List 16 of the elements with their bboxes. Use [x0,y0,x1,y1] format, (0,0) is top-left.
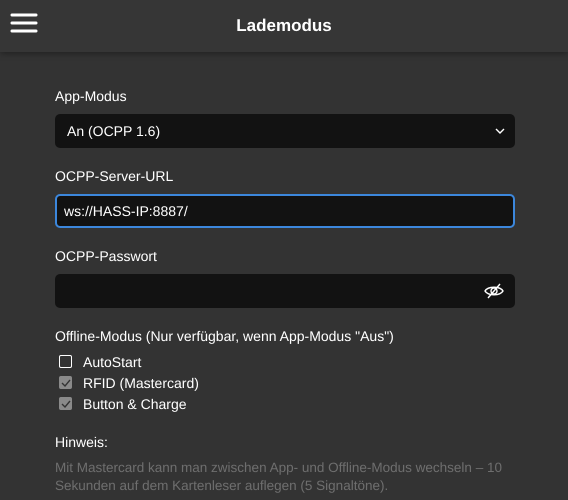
checkbox-label: RFID (Mastercard) [83,374,199,390]
note-text: Mit Mastercard kann man zwischen App- und Offline-Modus wechseln – 10 Sekunden auf dem Kartenleser auflegen (5 Signaltöne). [55,459,503,495]
url-input-field[interactable]: ws://HASS-IP:8887/ [55,194,515,228]
field-label: OCPP-Passwort [55,248,158,265]
password-field[interactable] [55,274,515,308]
note-title: Hinweis: [55,434,109,451]
mode-dropdown[interactable]: An (OCPP 1.6) [55,114,515,148]
field-label: OCPP-Server-URL [55,168,174,185]
checkbox-label: Button & Charge [83,396,187,412]
field-label: App-Modus [55,88,128,105]
menu-icon[interactable] [10,13,38,33]
checkbox-label: AutoStart [83,354,142,370]
page-title: Lademodus [236,16,332,36]
section-label: Offline-Modus (Nur verfügbar, wenn App-Modus "Aus") [55,328,395,345]
eye-slash-icon[interactable] [484,282,504,300]
chevron-down-icon [495,128,505,134]
